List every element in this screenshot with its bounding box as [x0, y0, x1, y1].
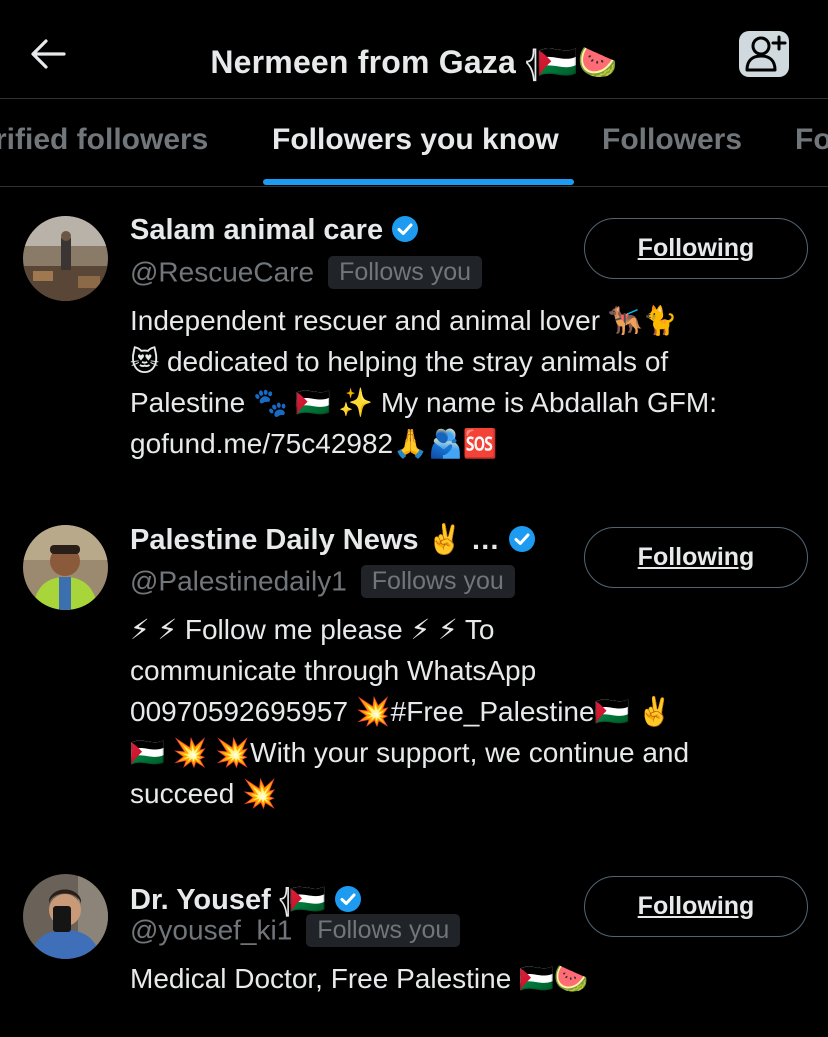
bio-line: succeed 💥	[130, 778, 277, 809]
follows-you-badge: Follows you	[360, 565, 515, 598]
page-title: Nermeen from Gaza 𓂆🇵🇸🍉	[210, 44, 618, 80]
user-name[interactable]: Salam animal care	[130, 214, 419, 247]
follows-you-badge: Follows you	[306, 914, 461, 947]
tab-bar: rified followers Followers you know Foll…	[0, 99, 828, 186]
top-bar: Nermeen from Gaza 𓂆🇵🇸🍉	[0, 0, 828, 98]
bio-line: 😻 dedicated to helping the stray animals…	[130, 346, 669, 377]
user-handle: @Palestinedaily1	[130, 565, 347, 597]
user-bio: Medical Doctor, Free Palestine 🇵🇸🍉	[130, 958, 810, 999]
verified-badge-icon	[335, 886, 361, 912]
user-handle: @yousef_ki1	[130, 914, 293, 946]
tab-following[interactable]: Fo	[795, 123, 828, 157]
avatar[interactable]	[23, 874, 108, 959]
user-name[interactable]: Palestine Daily News ✌️ …	[130, 523, 536, 557]
bio-line: Medical Doctor, Free Palestine 🇵🇸🍉	[130, 963, 589, 994]
following-button[interactable]: Following	[584, 218, 808, 279]
following-button[interactable]: Following	[584, 527, 808, 588]
user-bio: ⚡ ⚡ Follow me please ⚡ ⚡ To communicate …	[130, 609, 810, 814]
avatar[interactable]	[23, 525, 108, 610]
handle-line: @yousef_ki1 Follows you	[130, 914, 461, 947]
add-user-icon	[745, 35, 787, 72]
user-bio: Independent rescuer and animal lover 🐕‍🦺…	[130, 300, 810, 464]
bio-line: ⚡ ⚡ Follow me please ⚡ ⚡ To	[130, 614, 495, 645]
active-tab-indicator	[263, 179, 574, 185]
avatar[interactable]	[23, 216, 108, 301]
tab-followers-you-know[interactable]: Followers you know	[272, 123, 559, 157]
following-button[interactable]: Following	[584, 876, 808, 937]
follows-you-badge: Follows you	[328, 256, 483, 289]
bio-line: 00970592695957 💥#Free_Palestine🇵🇸 ✌️	[130, 696, 673, 727]
tab-verified-followers[interactable]: rified followers	[0, 123, 208, 157]
verified-badge-icon	[508, 526, 535, 552]
tabs-divider	[0, 186, 828, 187]
bio-line: Independent rescuer and animal lover 🐕‍🦺…	[130, 305, 678, 336]
bio-line: 🇵🇸 💥 💥With your support, we continue and	[130, 737, 690, 768]
bio-line: communicate through WhatsApp	[130, 655, 537, 686]
handle-line: @Palestinedaily1 Follows you	[130, 565, 515, 598]
user-handle: @RescueCare	[130, 256, 315, 288]
user-name[interactable]: Dr. Yousef 𓂆🇵🇸	[130, 872, 362, 919]
tab-followers[interactable]: Followers	[602, 123, 742, 157]
bio-line: Palestine 🐾 🇵🇸 ✨ My name is Abdallah GFM…	[130, 387, 718, 418]
verified-badge-icon	[392, 216, 419, 242]
handle-line: @RescueCare Follows you	[130, 256, 483, 289]
bio-line: gofund.me/75c42982🙏🫂🆘	[130, 428, 498, 459]
add-user-button[interactable]	[739, 31, 789, 77]
